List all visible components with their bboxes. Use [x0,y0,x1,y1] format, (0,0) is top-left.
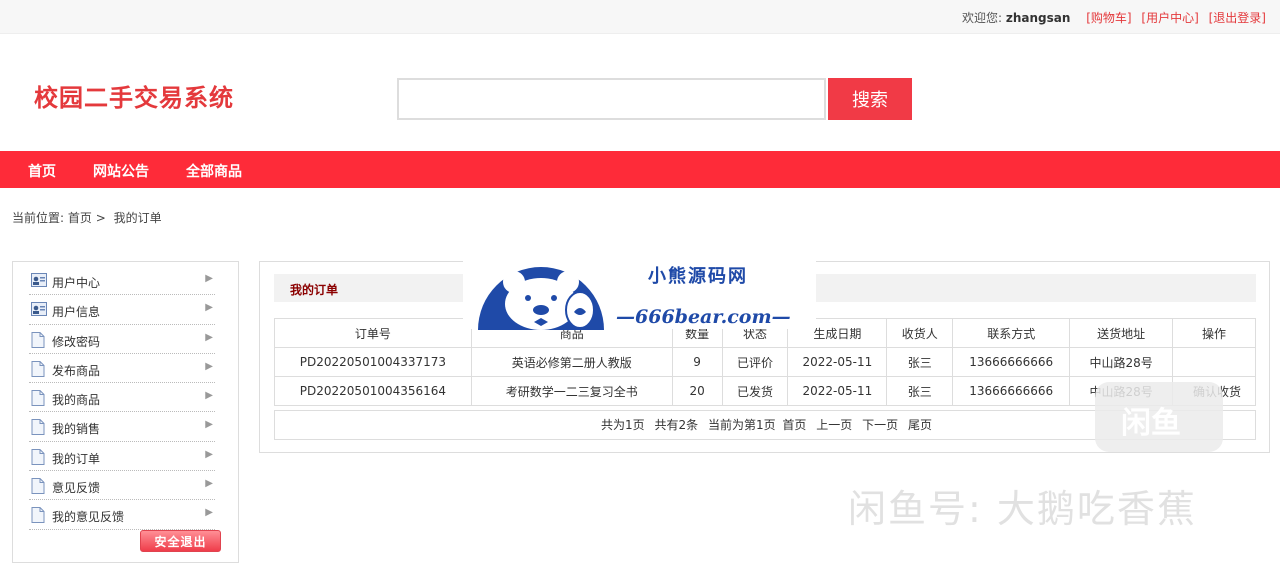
nav-item-announcements[interactable]: 网站公告 [93,161,149,181]
sidebar-item-user-center[interactable]: 用户中心 ▶ [29,266,215,296]
sidebar-item-my-orders[interactable]: 我的订单 ▶ [29,442,215,472]
document-icon [31,331,47,348]
breadcrumb: 当前位置: 首页 > 我的订单 [12,209,162,226]
user-center-link[interactable]: [用户中心] [1141,11,1198,25]
sidebar-item-user-info[interactable]: 用户信息 ▶ [29,295,215,325]
chevron-right-icon: ▶ [205,360,213,372]
column-header: 收货人 [886,318,954,348]
pager-first-link[interactable]: 首页 [782,418,806,432]
document-icon [31,360,47,377]
chevron-right-icon: ▶ [205,331,213,343]
receiver-cell: 张三 [886,376,954,406]
sidebar-item-label: 我的意见反馈 [52,510,125,525]
sidebar-item-label: 意见反馈 [52,481,101,496]
product-cell: 考研数学一二三复习全书 [470,376,673,406]
chevron-right-icon: ▶ [205,302,213,314]
bear-logo-icon [478,267,604,330]
document-icon [31,507,47,524]
order-number-cell: PD20220501004356164 [274,376,472,406]
xianyu-logo-text: 闲鱼 [1121,406,1181,441]
contact-cell: 13666666666 [952,347,1071,377]
sidebar-item-label: 发布商品 [52,363,101,378]
order-number-cell: PD20220501004337173 [274,347,472,377]
chevron-right-icon: ▶ [205,273,213,284]
chevron-right-icon: ▶ [205,507,213,519]
safe-logout-button[interactable]: 安全退出 [140,530,221,552]
pager-total-pages: 共为1页 [601,418,645,432]
pager-next-link[interactable]: 下一页 [862,418,898,432]
top-bar: 欢迎您: zhangsan [购物车] [用户中心] [退出登录] [0,0,1280,34]
cart-link[interactable]: [购物车] [1086,11,1131,25]
user-card-icon [31,302,47,317]
search-input[interactable] [397,78,826,120]
status-cell: 已评价 [721,347,789,377]
sidebar-item-my-feedback[interactable]: 我的意见反馈 ▶ [29,500,215,530]
chevron-right-icon: ▶ [205,390,213,402]
sidebar: 用户中心 ▶ 用户信息 ▶ 修改密码 ▶ 发布商品 ▶ 我的商品 ▶ 我的销售 … [12,261,239,563]
watermark-brand: 小熊源码网 [648,266,748,287]
main-nav: 首页 网站公告 全部商品 [0,151,1280,188]
pager-prev-link[interactable]: 上一页 [816,418,852,432]
sidebar-item-feedback[interactable]: 意见反馈 ▶ [29,471,215,501]
breadcrumb-home[interactable]: 首页 [68,211,92,225]
sidebar-item-change-password[interactable]: 修改密码 ▶ [29,325,215,354]
panel-title: 我的订单 [290,283,339,297]
document-icon [31,419,47,436]
column-header: 送货地址 [1069,318,1174,348]
quantity-cell: 9 [671,347,723,377]
breadcrumb-current: 我的订单 [113,211,162,225]
status-cell: 已发货 [721,376,789,406]
action-cell [1172,347,1256,377]
chevron-right-icon: ▶ [205,419,213,431]
nav-item-all-products[interactable]: 全部商品 [186,161,242,181]
sidebar-item-label: 我的销售 [52,422,101,437]
breadcrumb-label: 当前位置: [12,211,65,225]
sidebar-item-label: 我的商品 [52,393,101,408]
table-row: PD20220501004337173 英语必修第二册人教版 9 已评价 202… [274,347,1256,377]
address-cell: 中山路28号 [1069,347,1174,377]
user-card-icon [31,273,47,287]
column-header: 订单号 [274,318,472,348]
document-icon [31,390,47,407]
date-cell: 2022-05-11 [787,347,888,377]
sidebar-menu: 用户中心 ▶ 用户信息 ▶ 修改密码 ▶ 发布商品 ▶ 我的商品 ▶ 我的销售 … [29,266,215,530]
site-title[interactable]: 校园二手交易系统 [34,78,234,113]
document-icon [31,478,47,495]
quantity-cell: 20 [671,376,723,406]
sidebar-item-publish-product[interactable]: 发布商品 ▶ [29,354,215,384]
chevron-right-icon: ▶ [205,448,213,460]
column-header: 联系方式 [952,318,1071,348]
user-links: 欢迎您: zhangsan [购物车] [用户中心] [退出登录] [962,9,1266,26]
pager-current: 当前为第1页 [707,418,776,432]
sidebar-item-label: 我的订单 [52,451,101,466]
xianyu-watermark-text: 闲鱼号: 大鹅吃香蕉 [848,487,1197,531]
sidebar-item-label: 用户信息 [52,305,101,320]
column-header: 操作 [1172,318,1256,348]
product-cell: 英语必修第二册人教版 [470,347,673,377]
watermark-url: —666bear.com— [616,306,791,328]
username: zhangsan [1005,11,1071,25]
nav-item-home[interactable]: 首页 [28,161,56,181]
logout-link[interactable]: [退出登录] [1209,11,1266,25]
xianyu-logo-icon: 闲鱼 [1095,382,1223,452]
sidebar-item-label: 修改密码 [52,334,101,349]
chevron-right-icon: ▶ [205,478,213,490]
date-cell: 2022-05-11 [787,376,888,406]
sidebar-item-my-sales[interactable]: 我的销售 ▶ [29,412,215,442]
document-icon [31,448,47,465]
search-button[interactable]: 搜索 [828,78,912,120]
contact-cell: 13666666666 [952,376,1071,406]
pager-last-link[interactable]: 尾页 [908,418,932,432]
breadcrumb-separator: > [95,211,106,225]
sidebar-item-my-products[interactable]: 我的商品 ▶ [29,383,215,413]
welcome-text: 欢迎您: [961,11,1003,25]
pager-total-items: 共有2条 [654,418,699,432]
receiver-cell: 张三 [886,347,954,377]
sidebar-item-label: 用户中心 [52,276,101,290]
